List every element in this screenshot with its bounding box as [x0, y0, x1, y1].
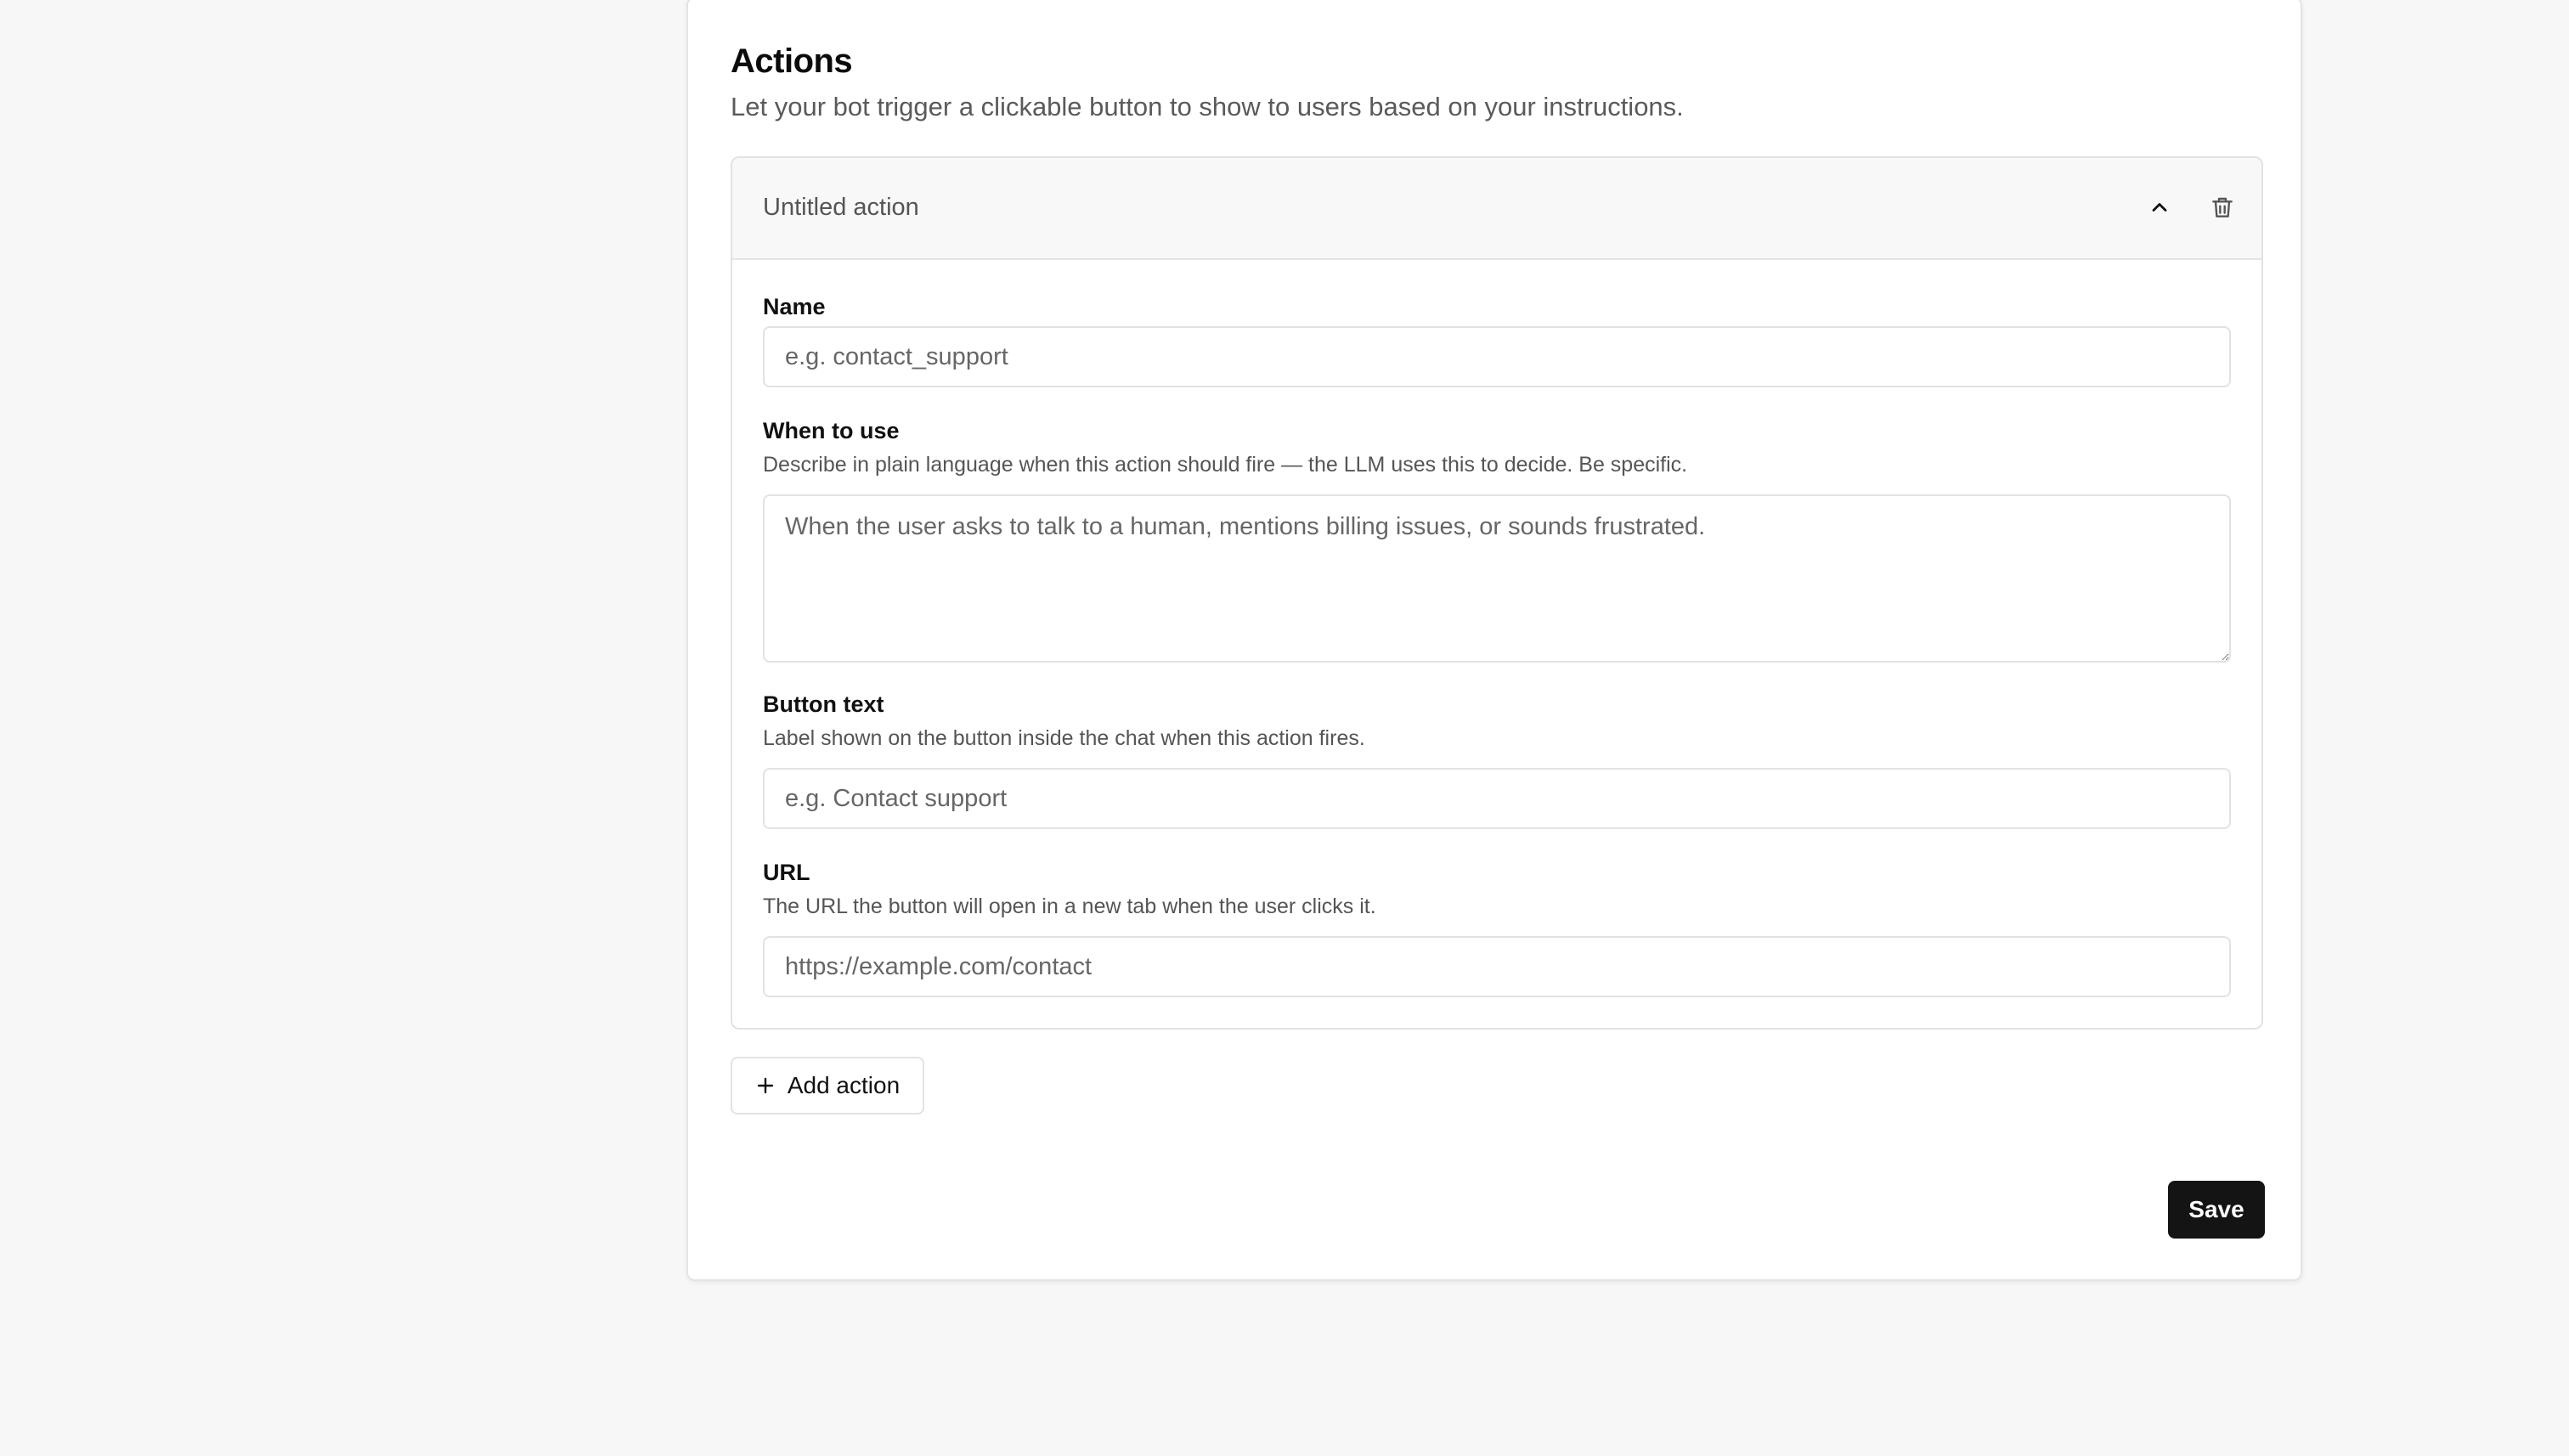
button-text-input[interactable] — [763, 768, 2231, 829]
when-to-use-label: When to use — [763, 418, 900, 443]
add-action-button[interactable]: Add action — [731, 1057, 924, 1115]
url-input[interactable] — [763, 936, 2231, 997]
button-text-label: Button text — [763, 691, 884, 717]
save-button[interactable]: Save — [2168, 1181, 2265, 1239]
name-input[interactable] — [763, 326, 2231, 387]
delete-action-button[interactable] — [2200, 185, 2244, 229]
when-to-use-textarea[interactable] — [763, 494, 2231, 663]
when-to-use-help: Describe in plain language when this act… — [763, 453, 1688, 477]
url-label: URL — [763, 860, 810, 885]
chevron-up-icon — [2152, 203, 2167, 212]
section-title: Actions — [731, 42, 853, 80]
button-text-help: Label shown on the button inside the cha… — [763, 726, 1365, 750]
name-label: Name — [763, 294, 826, 319]
action-title: Untitled action — [763, 194, 919, 221]
add-action-label: Add action — [787, 1072, 901, 1098]
url-help: The URL the button will open in a new ta… — [763, 894, 1376, 918]
section-description: Let your bot trigger a clickable button … — [731, 92, 1684, 121]
plus-icon — [757, 1077, 774, 1094]
action-panel: Untitled action Name When to use Describ… — [731, 156, 2263, 1030]
collapse-button[interactable] — [2137, 185, 2182, 229]
actions-card: Actions Let your bot trigger a clickable… — [686, 0, 2302, 1281]
trash-icon — [2212, 197, 2233, 217]
action-header[interactable]: Untitled action — [732, 158, 2261, 260]
